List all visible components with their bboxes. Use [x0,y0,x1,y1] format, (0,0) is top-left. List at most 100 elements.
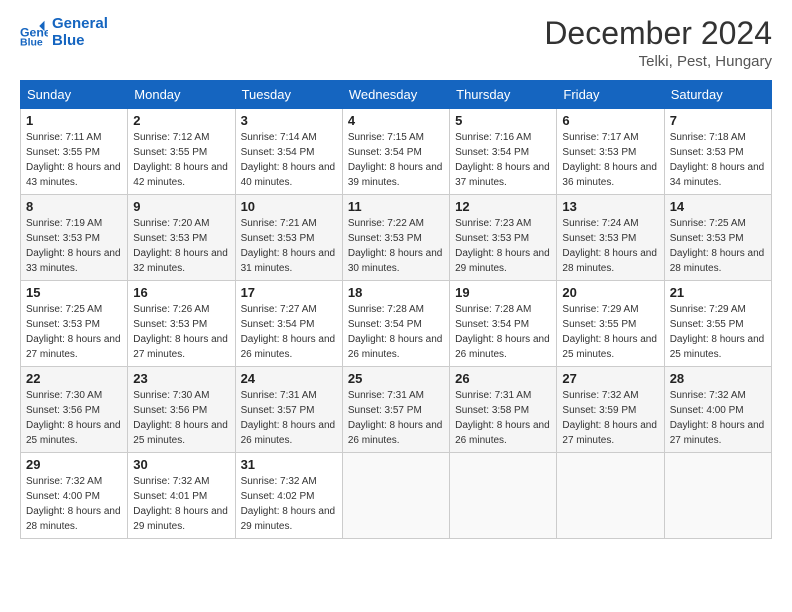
day-info: Sunrise: 7:28 AM Sunset: 3:54 PM Dayligh… [455,302,551,362]
day-info: Sunrise: 7:23 AM Sunset: 3:53 PM Dayligh… [455,216,551,276]
day-number: 1 [26,113,122,128]
day-info: Sunrise: 7:32 AM Sunset: 4:00 PM Dayligh… [670,388,766,448]
calendar-week-row: 29 Sunrise: 7:32 AM Sunset: 4:00 PM Dayl… [21,453,772,539]
calendar-cell: 3 Sunrise: 7:14 AM Sunset: 3:54 PM Dayli… [235,109,342,195]
calendar-week-row: 15 Sunrise: 7:25 AM Sunset: 3:53 PM Dayl… [21,281,772,367]
day-info: Sunrise: 7:30 AM Sunset: 3:56 PM Dayligh… [26,388,122,448]
day-number: 19 [455,285,551,300]
calendar-cell: 26 Sunrise: 7:31 AM Sunset: 3:58 PM Dayl… [450,367,557,453]
day-info: Sunrise: 7:14 AM Sunset: 3:54 PM Dayligh… [241,130,337,190]
day-info: Sunrise: 7:32 AM Sunset: 4:02 PM Dayligh… [241,474,337,534]
day-number: 11 [348,199,444,214]
day-number: 31 [241,457,337,472]
calendar-cell: 15 Sunrise: 7:25 AM Sunset: 3:53 PM Dayl… [21,281,128,367]
day-info: Sunrise: 7:24 AM Sunset: 3:53 PM Dayligh… [562,216,658,276]
day-info: Sunrise: 7:21 AM Sunset: 3:53 PM Dayligh… [241,216,337,276]
day-info: Sunrise: 7:16 AM Sunset: 3:54 PM Dayligh… [455,130,551,190]
day-info: Sunrise: 7:28 AM Sunset: 3:54 PM Dayligh… [348,302,444,362]
day-number: 21 [670,285,766,300]
day-info: Sunrise: 7:32 AM Sunset: 4:01 PM Dayligh… [133,474,229,534]
logo-line1: General [52,15,108,32]
day-info: Sunrise: 7:20 AM Sunset: 3:53 PM Dayligh… [133,216,229,276]
day-number: 26 [455,371,551,386]
calendar-cell: 19 Sunrise: 7:28 AM Sunset: 3:54 PM Dayl… [450,281,557,367]
calendar-cell: 7 Sunrise: 7:18 AM Sunset: 3:53 PM Dayli… [664,109,771,195]
calendar-cell: 10 Sunrise: 7:21 AM Sunset: 3:53 PM Dayl… [235,195,342,281]
day-info: Sunrise: 7:17 AM Sunset: 3:53 PM Dayligh… [562,130,658,190]
day-number: 9 [133,199,229,214]
calendar-cell: 11 Sunrise: 7:22 AM Sunset: 3:53 PM Dayl… [342,195,449,281]
day-info: Sunrise: 7:29 AM Sunset: 3:55 PM Dayligh… [670,302,766,362]
calendar-cell: 6 Sunrise: 7:17 AM Sunset: 3:53 PM Dayli… [557,109,664,195]
calendar-cell: 8 Sunrise: 7:19 AM Sunset: 3:53 PM Dayli… [21,195,128,281]
day-info: Sunrise: 7:15 AM Sunset: 3:54 PM Dayligh… [348,130,444,190]
logo-icon: General Blue [20,19,48,47]
calendar-day-header: Sunday [21,81,128,109]
calendar-day-header: Friday [557,81,664,109]
calendar-cell: 14 Sunrise: 7:25 AM Sunset: 3:53 PM Dayl… [664,195,771,281]
day-number: 3 [241,113,337,128]
calendar-cell: 25 Sunrise: 7:31 AM Sunset: 3:57 PM Dayl… [342,367,449,453]
day-info: Sunrise: 7:27 AM Sunset: 3:54 PM Dayligh… [241,302,337,362]
calendar-cell: 5 Sunrise: 7:16 AM Sunset: 3:54 PM Dayli… [450,109,557,195]
calendar-cell: 20 Sunrise: 7:29 AM Sunset: 3:55 PM Dayl… [557,281,664,367]
logo-line2: Blue [52,32,85,49]
calendar-cell: 12 Sunrise: 7:23 AM Sunset: 3:53 PM Dayl… [450,195,557,281]
day-number: 22 [26,371,122,386]
page: General Blue General Blue December 2024 … [0,0,792,612]
day-number: 14 [670,199,766,214]
day-info: Sunrise: 7:25 AM Sunset: 3:53 PM Dayligh… [670,216,766,276]
calendar-cell [664,453,771,539]
day-info: Sunrise: 7:22 AM Sunset: 3:53 PM Dayligh… [348,216,444,276]
day-info: Sunrise: 7:31 AM Sunset: 3:58 PM Dayligh… [455,388,551,448]
header: General Blue General Blue December 2024 … [20,16,772,70]
calendar-week-row: 8 Sunrise: 7:19 AM Sunset: 3:53 PM Dayli… [21,195,772,281]
calendar-day-header: Monday [128,81,235,109]
location: Telki, Pest, Hungary [544,53,772,70]
day-info: Sunrise: 7:32 AM Sunset: 4:00 PM Dayligh… [26,474,122,534]
day-number: 23 [133,371,229,386]
calendar-cell: 21 Sunrise: 7:29 AM Sunset: 3:55 PM Dayl… [664,281,771,367]
day-number: 2 [133,113,229,128]
day-number: 16 [133,285,229,300]
calendar-cell: 24 Sunrise: 7:31 AM Sunset: 3:57 PM Dayl… [235,367,342,453]
day-info: Sunrise: 7:31 AM Sunset: 3:57 PM Dayligh… [348,388,444,448]
title-block: December 2024 Telki, Pest, Hungary [544,16,772,70]
day-info: Sunrise: 7:29 AM Sunset: 3:55 PM Dayligh… [562,302,658,362]
logo: General Blue General Blue [20,16,108,49]
day-info: Sunrise: 7:12 AM Sunset: 3:55 PM Dayligh… [133,130,229,190]
day-info: Sunrise: 7:11 AM Sunset: 3:55 PM Dayligh… [26,130,122,190]
day-number: 24 [241,371,337,386]
calendar-week-row: 1 Sunrise: 7:11 AM Sunset: 3:55 PM Dayli… [21,109,772,195]
calendar-week-row: 22 Sunrise: 7:30 AM Sunset: 3:56 PM Dayl… [21,367,772,453]
calendar-cell: 18 Sunrise: 7:28 AM Sunset: 3:54 PM Dayl… [342,281,449,367]
calendar-day-header: Thursday [450,81,557,109]
day-number: 15 [26,285,122,300]
day-number: 18 [348,285,444,300]
calendar-cell [450,453,557,539]
calendar-cell [342,453,449,539]
calendar-cell: 9 Sunrise: 7:20 AM Sunset: 3:53 PM Dayli… [128,195,235,281]
day-number: 17 [241,285,337,300]
day-info: Sunrise: 7:25 AM Sunset: 3:53 PM Dayligh… [26,302,122,362]
calendar-cell: 31 Sunrise: 7:32 AM Sunset: 4:02 PM Dayl… [235,453,342,539]
day-number: 30 [133,457,229,472]
day-number: 13 [562,199,658,214]
day-number: 27 [562,371,658,386]
day-number: 20 [562,285,658,300]
month-title: December 2024 [544,16,772,51]
calendar-cell: 4 Sunrise: 7:15 AM Sunset: 3:54 PM Dayli… [342,109,449,195]
calendar-header-row: SundayMondayTuesdayWednesdayThursdayFrid… [21,81,772,109]
day-info: Sunrise: 7:19 AM Sunset: 3:53 PM Dayligh… [26,216,122,276]
svg-text:Blue: Blue [20,36,43,47]
calendar-cell: 16 Sunrise: 7:26 AM Sunset: 3:53 PM Dayl… [128,281,235,367]
calendar-cell: 13 Sunrise: 7:24 AM Sunset: 3:53 PM Dayl… [557,195,664,281]
calendar-cell: 17 Sunrise: 7:27 AM Sunset: 3:54 PM Dayl… [235,281,342,367]
day-number: 7 [670,113,766,128]
day-number: 29 [26,457,122,472]
calendar-day-header: Wednesday [342,81,449,109]
day-info: Sunrise: 7:18 AM Sunset: 3:53 PM Dayligh… [670,130,766,190]
calendar-cell: 29 Sunrise: 7:32 AM Sunset: 4:00 PM Dayl… [21,453,128,539]
calendar-cell: 30 Sunrise: 7:32 AM Sunset: 4:01 PM Dayl… [128,453,235,539]
calendar-cell: 1 Sunrise: 7:11 AM Sunset: 3:55 PM Dayli… [21,109,128,195]
